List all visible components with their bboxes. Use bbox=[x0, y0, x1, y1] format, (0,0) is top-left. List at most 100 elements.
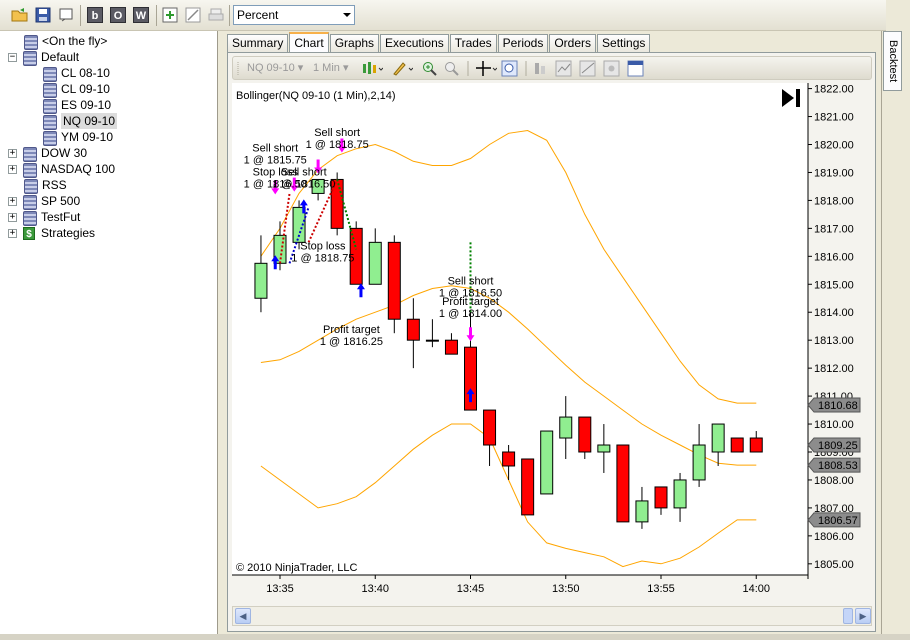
tree-item[interactable]: CL 09-10 bbox=[43, 81, 110, 98]
tree-item[interactable]: − Default bbox=[8, 49, 80, 66]
edit-icon[interactable] bbox=[183, 5, 203, 25]
print-icon[interactable] bbox=[206, 5, 226, 25]
tree-item[interactable]: YM 09-10 bbox=[43, 129, 113, 146]
tab-settings[interactable]: Settings bbox=[597, 34, 651, 53]
expand-icon[interactable]: + bbox=[8, 164, 17, 174]
plot-area[interactable] bbox=[232, 83, 808, 575]
scroll-left-icon[interactable]: ◀ bbox=[235, 608, 251, 624]
interval-label: 1 Min bbox=[313, 62, 340, 74]
candle-body bbox=[540, 430, 554, 495]
tree-item[interactable]: <On the fly> bbox=[24, 33, 107, 50]
expand-icon[interactable]: + bbox=[8, 228, 17, 238]
tab-graphs[interactable]: Graphs bbox=[329, 34, 380, 53]
properties-icon[interactable] bbox=[56, 5, 76, 25]
instrument-selector[interactable]: NQ 09-10 ▾ bbox=[247, 60, 303, 77]
scroll-right-icon[interactable]: ▶ bbox=[855, 608, 871, 624]
instrument-tree: <On the fly> − Default CL 08-10 CL 09-10 ES 0… bbox=[0, 31, 218, 634]
candle-body bbox=[578, 416, 592, 453]
magnifier-icon[interactable] bbox=[501, 60, 519, 77]
y-tick-label: 1817.00 bbox=[814, 223, 854, 235]
letter-b-button[interactable]: b bbox=[85, 5, 105, 25]
tree-item[interactable]: ES 09-10 bbox=[43, 97, 111, 114]
tree-item[interactable]: + NASDAQ 100 bbox=[8, 161, 115, 178]
strategies-icon[interactable] bbox=[579, 60, 597, 77]
scroll-thumb[interactable] bbox=[843, 608, 853, 624]
y-tick-label: 1810.00 bbox=[814, 419, 854, 431]
toolbar-separator bbox=[525, 60, 527, 77]
trade-annotation-text: Sell short bbox=[252, 142, 298, 154]
tree-item[interactable]: + DOW 30 bbox=[8, 145, 87, 162]
trade-annotation-text: 1 @ 1818.75 bbox=[291, 252, 354, 264]
tree-item[interactable]: + SP 500 bbox=[8, 193, 80, 210]
main-toolbar: b O W Percent bbox=[0, 0, 886, 31]
interval-selector[interactable]: 1 Min ▾ bbox=[313, 60, 349, 77]
tab-chart[interactable]: Chart bbox=[289, 32, 329, 53]
candle-body bbox=[254, 262, 268, 299]
tab-orders[interactable]: Orders bbox=[549, 34, 597, 53]
candle-body bbox=[406, 318, 420, 341]
trade-annotation-text: Profit target bbox=[442, 296, 499, 308]
toolbar-grip-icon bbox=[236, 60, 242, 77]
tree-item[interactable]: + $ Strategies bbox=[8, 225, 95, 241]
pencil-drawing-icon[interactable] bbox=[391, 60, 414, 77]
tab-trades[interactable]: Trades bbox=[449, 34, 497, 53]
zoom-out-icon[interactable] bbox=[443, 60, 461, 77]
candle-body bbox=[730, 437, 744, 453]
properties-icon[interactable] bbox=[603, 60, 621, 77]
database-icon bbox=[43, 66, 57, 82]
tree-item[interactable]: RSS bbox=[24, 177, 67, 194]
x-tick-label: 13:45 bbox=[457, 583, 485, 595]
chevron-down-icon[interactable] bbox=[343, 13, 351, 17]
tree-item-label: Default bbox=[41, 50, 80, 64]
candle-body bbox=[635, 500, 649, 523]
expand-icon[interactable]: + bbox=[8, 196, 17, 206]
database-icon bbox=[43, 82, 57, 98]
y-tick-label: 1805.00 bbox=[814, 559, 854, 571]
candle-body bbox=[425, 339, 439, 342]
letter-w-button[interactable]: W bbox=[131, 5, 151, 25]
tree-item[interactable]: + TestFut bbox=[8, 209, 80, 226]
zoom-in-icon[interactable] bbox=[421, 60, 439, 77]
database-icon bbox=[23, 146, 37, 162]
tree-item[interactable]: CL 08-10 bbox=[43, 65, 110, 82]
expand-icon[interactable]: + bbox=[8, 148, 17, 158]
tab-executions[interactable]: Executions bbox=[380, 34, 449, 53]
jump-to-end-bar[interactable] bbox=[796, 89, 800, 107]
trade-annotation-text: Sell short bbox=[281, 166, 327, 178]
indicators-icon[interactable] bbox=[555, 60, 573, 77]
y-tick-label: 1806.00 bbox=[814, 531, 854, 543]
add-icon[interactable] bbox=[160, 5, 180, 25]
candle-body bbox=[502, 451, 516, 467]
backtest-tab[interactable]: Backtest bbox=[883, 31, 902, 91]
expand-icon[interactable]: + bbox=[8, 212, 17, 222]
database-icon bbox=[24, 34, 38, 50]
open-folder-icon[interactable] bbox=[10, 5, 30, 25]
candle-body bbox=[368, 241, 382, 285]
horizontal-scrollbar[interactable]: ◀ ▶ bbox=[232, 606, 872, 626]
database-icon bbox=[23, 210, 37, 226]
letter-o-button[interactable]: O bbox=[108, 5, 128, 25]
x-tick-label: 13:55 bbox=[647, 583, 675, 595]
tab-summary[interactable]: Summary bbox=[227, 34, 289, 53]
y-tick-label: 1822.00 bbox=[814, 84, 854, 96]
tree-item-label: CL 09-10 bbox=[61, 82, 110, 96]
toolbar-separator bbox=[467, 60, 469, 77]
y-tick-label: 1812.00 bbox=[814, 363, 854, 375]
tab-strip: Summary Chart Graphs Executions Trades Period… bbox=[227, 32, 651, 53]
zoom-select-value: Percent bbox=[237, 8, 279, 22]
price-chart[interactable]: 1805.001806.001807.001808.001809.001810.… bbox=[232, 83, 872, 603]
tree-item[interactable]: NQ 09-10 bbox=[43, 113, 118, 130]
x-tick-label: 13:40 bbox=[361, 583, 389, 595]
bar-type-icon[interactable] bbox=[361, 60, 384, 77]
candle-body bbox=[673, 479, 687, 509]
data-box-icon[interactable] bbox=[627, 60, 645, 77]
collapse-icon[interactable]: − bbox=[8, 52, 17, 62]
zoom-select[interactable]: Percent bbox=[233, 5, 355, 25]
database-icon bbox=[43, 114, 57, 130]
y-tick-label: 1813.00 bbox=[814, 335, 854, 347]
candle-body bbox=[387, 241, 401, 320]
data-series-icon[interactable] bbox=[533, 60, 551, 77]
crosshair-icon[interactable] bbox=[475, 60, 498, 77]
tab-periods[interactable]: Periods bbox=[497, 34, 549, 53]
save-icon[interactable] bbox=[33, 5, 53, 25]
